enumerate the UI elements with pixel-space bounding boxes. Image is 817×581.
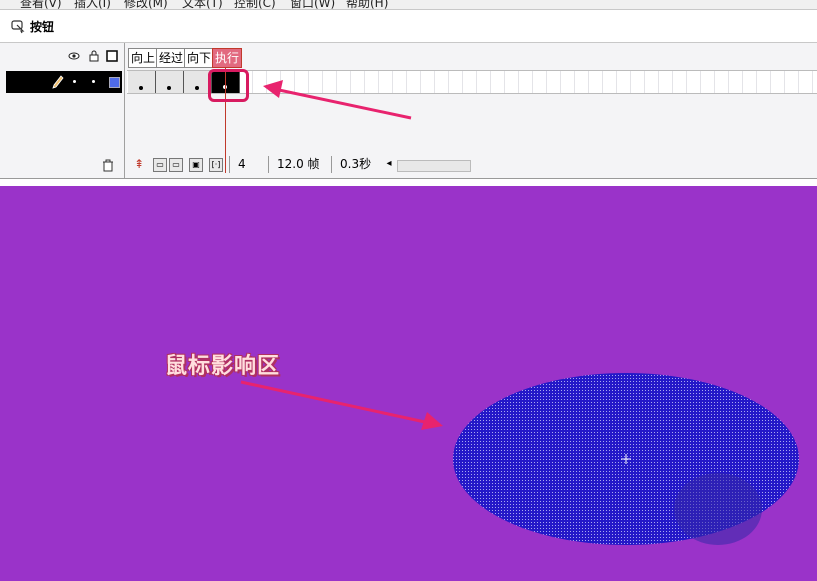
current-frame-field: 4	[229, 156, 268, 173]
frame-label-hit[interactable]: 执行	[212, 48, 243, 68]
scroll-left-icon[interactable]: ◂	[383, 158, 395, 170]
menu-control[interactable]: 控制(C)	[234, 0, 276, 9]
edit-multiple-icon[interactable]: ▣	[189, 158, 203, 172]
symbol-tab[interactable]: 按钮	[6, 14, 63, 38]
timeline-panel: 向上 经过 向下 执行 ⇞ ▭ ▭ ▣ [·] 4 12.0 帧 0.3秒 ◂	[0, 43, 817, 178]
layer-color-swatch[interactable]	[109, 77, 120, 88]
panel-divider	[0, 178, 817, 186]
highlight-box	[208, 69, 249, 102]
lock-dot[interactable]	[92, 80, 95, 83]
frames-area: 向上 经过 向下 执行 ⇞ ▭ ▭ ▣ [·] 4 12.0 帧 0.3秒 ◂	[127, 43, 817, 178]
frame-label-down[interactable]: 向下	[184, 48, 215, 68]
pencil-icon	[52, 75, 64, 89]
menu-bar: 查看(V) 插入(I) 修改(M) 文本(T) 控制(C) 窗口(W) 帮助(H…	[0, 0, 817, 10]
center-frame-icon[interactable]: ⇞	[133, 158, 145, 170]
layer-header	[0, 43, 124, 69]
trash-icon[interactable]	[102, 159, 114, 172]
horizontal-scrollbar[interactable]	[397, 160, 471, 172]
timeline-status-bar: ⇞ ▭ ▭ ▣ [·] 4 12.0 帧 0.3秒 ◂	[127, 154, 817, 176]
frame-label-up[interactable]: 向上	[128, 48, 159, 68]
keyframe-up[interactable]	[128, 71, 156, 93]
menu-window[interactable]: 窗口(W)	[290, 0, 335, 9]
layer-panel	[0, 43, 125, 178]
menu-modify[interactable]: 修改(M)	[124, 0, 168, 9]
visibility-dot[interactable]	[73, 80, 76, 83]
elapsed-time-field: 0.3秒	[331, 156, 380, 173]
button-symbol-icon	[11, 20, 25, 34]
edit-bar: 按钮	[0, 10, 817, 43]
modify-markers-icon[interactable]: [·]	[209, 158, 223, 172]
frame-rate-field: 12.0 帧	[268, 156, 337, 173]
annotation-arrow	[240, 380, 443, 430]
stage-canvas[interactable]: 鼠标影响区	[0, 186, 817, 581]
menu-text[interactable]: 文本(T)	[182, 0, 223, 9]
onion-skin-icon[interactable]: ▭	[153, 158, 167, 172]
symbol-name: 按钮	[30, 19, 55, 34]
keyframe-over[interactable]	[156, 71, 184, 93]
lock-icon[interactable]	[88, 50, 100, 62]
layer-row[interactable]	[6, 71, 122, 93]
outline-icon[interactable]	[106, 50, 118, 62]
menu-insert[interactable]: 插入(I)	[74, 0, 111, 9]
eye-icon[interactable]	[68, 50, 80, 62]
menu-help[interactable]: 帮助(H)	[346, 0, 388, 9]
frame-label-over[interactable]: 经过	[156, 48, 187, 68]
menu-view[interactable]: 查看(V)	[20, 0, 62, 9]
onion-outline-icon[interactable]: ▭	[169, 158, 183, 172]
hit-area-ellipse[interactable]	[450, 369, 802, 549]
annotation-arrow	[263, 80, 412, 120]
